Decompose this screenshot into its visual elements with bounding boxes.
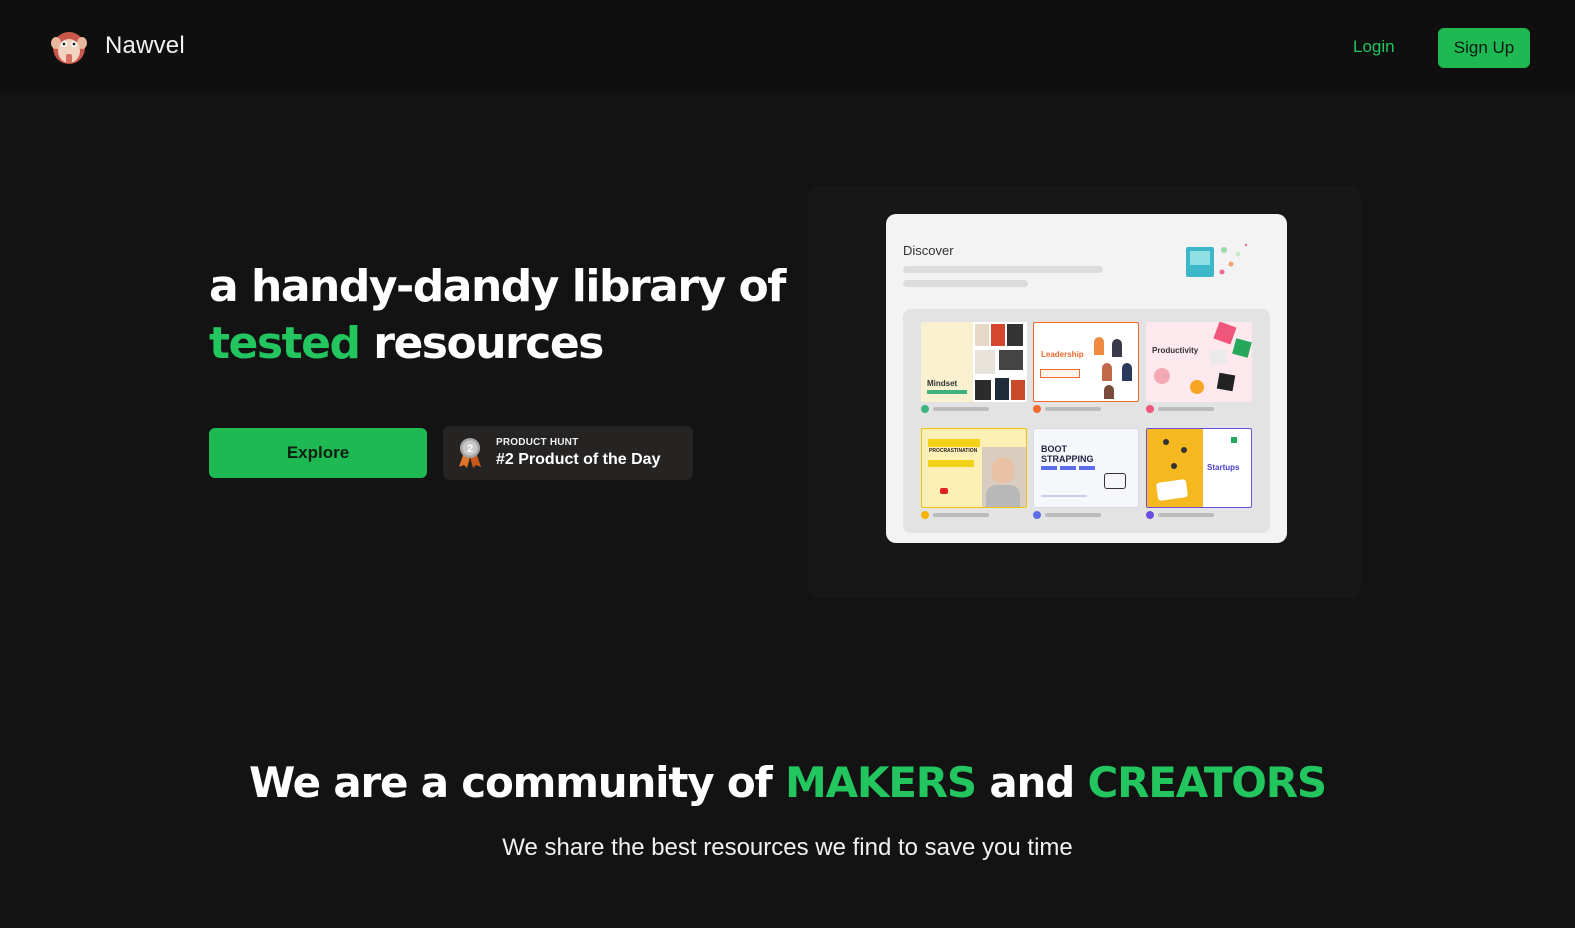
placeholder-line (1158, 407, 1214, 411)
tile-label: Startups (1207, 463, 1240, 472)
placeholder-line (933, 513, 989, 517)
tile-bootstrapping[interactable]: BOOT STRAPPING (1033, 428, 1139, 508)
tile-label: Productivity (1152, 346, 1199, 355)
headline-green-word: tested (209, 318, 361, 369)
signup-button[interactable]: Sign Up (1438, 28, 1530, 68)
placeholder-line (1158, 513, 1214, 517)
tile-dot (921, 405, 929, 413)
placeholder-line (1045, 407, 1101, 411)
placeholder-line (903, 266, 1103, 273)
tile-dot (1033, 511, 1041, 519)
brand-name[interactable]: Nawvel (105, 32, 185, 60)
mockup-title: Discover (903, 243, 954, 258)
login-link[interactable]: Login (1353, 37, 1395, 57)
headline-part2: resources (373, 318, 604, 369)
tile-mindset[interactable]: Mindset (921, 322, 1027, 402)
community-subline: We share the best resources we find to s… (502, 834, 1073, 861)
badge-title: #2 Product of the Day (496, 451, 661, 468)
badge-small-text: PRODUCT HUNT (496, 437, 579, 448)
tile-dot (921, 511, 929, 519)
top-nav: Nawvel Login Sign Up (0, 0, 1575, 95)
monkey-logo-icon[interactable] (49, 27, 89, 67)
discover-mockup-card: Discover Mindset Leadership Productivity… (886, 214, 1287, 543)
tile-grid: Mindset Leadership Productivity PROCRAST… (903, 309, 1270, 533)
tile-procrastination[interactable]: PROCRASTINATION (921, 428, 1027, 508)
hero-headline: a handy-dandy library of tested resource… (209, 258, 809, 372)
community-makers: MAKERS (785, 758, 977, 807)
tile-startups[interactable]: Startups (1146, 428, 1252, 508)
tile-dot (1033, 405, 1041, 413)
tile-dot (1146, 511, 1154, 519)
tile-leadership[interactable]: Leadership (1033, 322, 1139, 402)
community-part1: We are a community of (249, 758, 773, 807)
placeholder-line (1045, 513, 1101, 517)
community-heading: We are a community of MAKERS and CREATOR… (0, 758, 1575, 807)
illustration-icon (1186, 243, 1248, 277)
tile-dot (1146, 405, 1154, 413)
tile-label: Leadership (1041, 350, 1084, 359)
placeholder-line (903, 280, 1028, 287)
product-hunt-badge[interactable]: 2 PRODUCT HUNT #2 Product of the Day (443, 426, 693, 480)
tile-label: Mindset (927, 379, 958, 388)
community-and: and (989, 758, 1075, 807)
community-creators: CREATORS (1087, 758, 1328, 807)
tile-label: BOOT STRAPPING (1041, 444, 1094, 464)
headline-part1: a handy-dandy library of (209, 261, 786, 312)
tile-label: PROCRASTINATION (929, 448, 978, 454)
placeholder-line (933, 407, 989, 411)
medal-number: 2 (467, 443, 473, 455)
medal-icon: 2 (459, 438, 481, 468)
explore-button[interactable]: Explore (209, 428, 427, 478)
tile-productivity[interactable]: Productivity (1146, 322, 1252, 402)
